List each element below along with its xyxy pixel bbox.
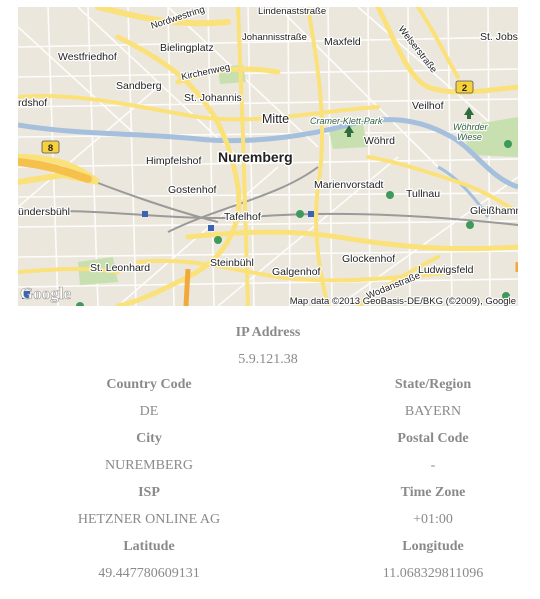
- map-label: ündersbühl: [18, 206, 70, 218]
- latitude-label: Latitude: [123, 539, 175, 554]
- ip-address-label-row: IP Address: [0, 323, 536, 341]
- map-label: Marienvorstadt: [314, 179, 384, 191]
- map-label: Lindenaststraße: [258, 7, 326, 17]
- state-region-value: BAYERN: [404, 404, 462, 419]
- map-attribution: Map data ©2013 GeoBasis-DE/BKG (©2009), …: [290, 296, 516, 306]
- map-label: rdshof: [18, 97, 47, 109]
- ip-address-value-row: 5.9.121.38: [0, 350, 536, 368]
- time-zone-value: +01:00: [413, 512, 453, 527]
- road-shield-8: 8: [41, 140, 60, 154]
- map-label: Galgenhof: [272, 266, 321, 278]
- longitude-label: Longitude: [402, 539, 464, 554]
- map-label: Ludwigsfeld: [418, 264, 474, 276]
- ip-address-label: IP Address: [235, 325, 301, 340]
- map-label: Steinbühl: [210, 257, 254, 269]
- latitude-value: 49.447780609131: [98, 566, 200, 581]
- country-code-value: DE: [139, 404, 159, 419]
- map-label: Gostenhof: [168, 184, 217, 196]
- map-label-city: Nuremberg: [218, 149, 293, 165]
- google-logo: Google: [20, 284, 71, 303]
- svg-text:2: 2: [462, 83, 467, 94]
- map-label: Tullnau: [406, 188, 440, 200]
- ip-address-value: 5.9.121.38: [238, 352, 298, 367]
- map-label: Maxfeld: [324, 36, 361, 48]
- longitude-value: 11.068329811096: [382, 566, 484, 581]
- map-label: Himpfelshof: [146, 155, 202, 167]
- isp-label: ISP: [138, 485, 160, 500]
- map-label: Glockenhof: [342, 253, 395, 265]
- road-shield-2: 2: [455, 80, 474, 94]
- map-label: Wöhrder: [453, 122, 489, 132]
- map-label: Wöhrd: [364, 135, 395, 147]
- map-label: Westfriedhof: [58, 51, 117, 63]
- map-label: Veilhof: [412, 100, 444, 112]
- svg-text:8: 8: [48, 143, 53, 154]
- country-code-label: Country Code: [106, 377, 192, 392]
- map-label: Cramer-Klett-Park: [310, 116, 383, 126]
- map-label: Gleißhamm: [470, 205, 518, 217]
- map-label: Wiese: [457, 132, 482, 142]
- map-label: Sandberg: [116, 80, 162, 92]
- city-label: City: [136, 431, 162, 446]
- postal-code-label: Postal Code: [397, 431, 469, 446]
- isp-value: HETZNER ONLINE AG: [77, 512, 221, 527]
- postal-code-value: -: [430, 458, 436, 473]
- map-label: Mitte: [262, 112, 289, 126]
- map-label: St. Johannis: [184, 92, 242, 104]
- map-canvas[interactable]: 2 8 Nordwestring Johannisstraße Lindenas…: [18, 7, 518, 306]
- map-label: Bielingplatz: [160, 42, 214, 54]
- map-label: St. Leonhard: [90, 262, 150, 274]
- map-label: Johannisstraße: [242, 32, 307, 43]
- time-zone-label: Time Zone: [400, 485, 466, 500]
- map-label: Tafelhof: [224, 211, 261, 223]
- map-label: St. Jobst: [480, 31, 518, 43]
- map[interactable]: 2 8 Nordwestring Johannisstraße Lindenas…: [18, 7, 518, 306]
- state-region-label: State/Region: [394, 377, 472, 392]
- city-value: NUREMBERG: [105, 458, 193, 473]
